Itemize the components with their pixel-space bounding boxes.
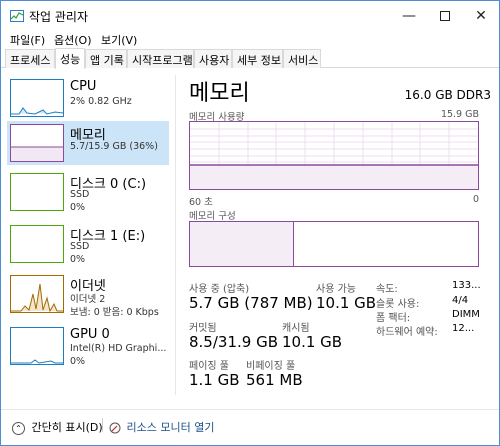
chevron-up-icon: ⌃	[12, 421, 25, 435]
tab-services[interactable]: 서비스	[283, 49, 321, 68]
memory-thumbnail-graph	[10, 124, 64, 162]
sidebar-gpu-usage: 0%	[70, 356, 86, 367]
committed-label: 커밋됨	[189, 323, 217, 334]
tab-bar: 프로세스 성능 앱 기록 시작프로그램 사용자 세부 정보 서비스	[1, 48, 499, 69]
in-use-label: 사용 중 (압축)	[189, 284, 250, 295]
resource-sidebar: CPU 2% 0.82 GHz 메모리 5.7/15.9 GB (36%) 디스…	[7, 75, 169, 405]
gpu-thumbnail-graph	[10, 327, 64, 365]
memory-composition-label: 메모리 구성	[189, 211, 236, 222]
menu-options[interactable]: 옵션(O)	[54, 32, 91, 48]
sidebar-item-cpu[interactable]: CPU 2% 0.82 GHz	[7, 75, 169, 123]
bottom-separator	[102, 418, 103, 432]
window-title: 작업 관리자	[29, 10, 89, 24]
tab-performance[interactable]: 성능	[55, 48, 85, 69]
sidebar-item-ethernet[interactable]: 이더넷 이더넷 2 보냄: 0 받음: 0 Kbps	[7, 271, 169, 319]
sidebar-gpu-model: Intel(R) HD Graphi...	[70, 343, 167, 354]
minimize-button[interactable]: —	[391, 1, 427, 31]
cached-value: 10.1 GB	[282, 333, 343, 351]
fewer-details-label: 간단히 표시(D)	[31, 421, 103, 434]
available-value: 10.1 GB	[316, 294, 377, 312]
sidebar-item-gpu[interactable]: GPU 0 Intel(R) HD Graphi... 0%	[7, 323, 169, 371]
paged-pool-label: 페이징 풀	[189, 361, 229, 372]
maximize-icon	[440, 11, 450, 21]
page-title: 메모리	[189, 81, 250, 106]
maximize-button[interactable]	[427, 1, 463, 31]
tab-users[interactable]: 사용자	[194, 49, 232, 68]
sidebar-disk-1-usage: 0%	[70, 254, 86, 265]
tab-details[interactable]: 세부 정보	[232, 49, 283, 68]
tab-startup[interactable]: 시작프로그램	[127, 49, 194, 68]
disk-0-thumbnail-graph	[10, 173, 64, 211]
tab-app-history[interactable]: 앱 기록	[85, 49, 127, 68]
sidebar-ethernet-throughput: 보냄: 0 받음: 0 Kbps	[70, 307, 159, 318]
speed-label: 속도:	[376, 284, 398, 295]
sidebar-memory-detail: 5.7/15.9 GB (36%)	[70, 141, 158, 152]
menu-file[interactable]: 파일(F)	[10, 32, 45, 48]
tab-processes[interactable]: 프로세스	[5, 49, 55, 68]
sidebar-item-memory[interactable]: 메모리 5.7/15.9 GB (36%)	[7, 121, 169, 165]
menu-bar: 파일(F) 옵션(O) 보기(V)	[1, 30, 499, 48]
fewer-details-button[interactable]: ⌃ 간단히 표시(D)	[12, 419, 103, 435]
menu-view[interactable]: 보기(V)	[101, 32, 137, 48]
slots-used-label: 슬롯 사용:	[376, 299, 420, 310]
sidebar-disk-0-type: SSD	[70, 189, 90, 200]
memory-spec: 16.0 GB DDR3	[404, 88, 491, 102]
nonpaged-pool-label: 비페이징 풀	[246, 361, 296, 372]
cached-label: 캐시됨	[282, 323, 310, 334]
sidebar-disk-1-type: SSD	[70, 241, 90, 252]
disk-1-thumbnail-graph	[10, 225, 64, 263]
sidebar-cpu-detail: 2% 0.82 GHz	[70, 96, 132, 107]
nonpaged-pool-value: 561 MB	[246, 371, 303, 389]
sidebar-item-disk-1[interactable]: 디스크 1 (E:) SSD 0%	[7, 221, 169, 269]
form-factor-label: 폼 팩터:	[376, 313, 411, 324]
hardware-reserved-value: 12...	[452, 323, 475, 334]
slots-used-value: 4/4	[452, 295, 469, 306]
sidebar-disk-0-usage: 0%	[70, 202, 86, 213]
memory-detail-panel: 메모리 16.0 GB DDR3 메모리 사용량 15.9 GB 60 초 0 …	[187, 75, 491, 395]
panel-divider	[175, 75, 176, 395]
title-bar: 작업 관리자 — ✕	[1, 1, 499, 31]
memory-usage-max: 15.9 GB	[440, 109, 479, 120]
cpu-thumbnail-graph	[10, 79, 64, 117]
memory-usage-graph	[189, 121, 479, 190]
sidebar-cpu-name: CPU	[70, 79, 97, 94]
committed-value: 8.5/31.9 GB	[189, 333, 278, 351]
task-manager-icon	[10, 10, 24, 22]
close-icon: ✕	[475, 8, 487, 24]
paged-pool-value: 1.1 GB	[189, 371, 240, 389]
sidebar-item-disk-0[interactable]: 디스크 0 (C:) SSD 0%	[7, 169, 169, 217]
available-label: 사용 가능	[316, 284, 356, 295]
sidebar-gpu-name: GPU 0	[70, 327, 110, 342]
minimize-icon: —	[402, 8, 416, 24]
graph-time-end: 0	[472, 194, 479, 205]
memory-composition-in-use	[190, 222, 294, 266]
sidebar-ethernet-adapter: 이더넷 2	[70, 294, 106, 305]
form-factor-value: DIMM	[452, 309, 480, 320]
hardware-reserved-label: 하드웨어 예약:	[376, 327, 438, 338]
task-manager-window: 작업 관리자 — ✕ 파일(F) 옵션(O) 보기(V) 프로세스 성능 앱 기…	[0, 0, 500, 446]
resource-monitor-icon	[109, 422, 121, 434]
resource-monitor-link[interactable]: 리소스 모니터 열기	[109, 419, 214, 435]
close-button[interactable]: ✕	[463, 1, 499, 31]
memory-usage-graph-svg	[190, 122, 478, 189]
memory-composition-bar	[189, 221, 479, 267]
bottom-bar: ⌃ 간단히 표시(D) 리소스 모니터 열기	[1, 409, 499, 437]
speed-value: 133...	[452, 280, 481, 291]
graph-time-start: 60 초	[189, 197, 213, 208]
resource-monitor-label: 리소스 모니터 열기	[126, 421, 215, 434]
in-use-value: 5.7 GB (787 MB)	[189, 294, 313, 312]
ethernet-thumbnail-graph	[10, 275, 64, 313]
